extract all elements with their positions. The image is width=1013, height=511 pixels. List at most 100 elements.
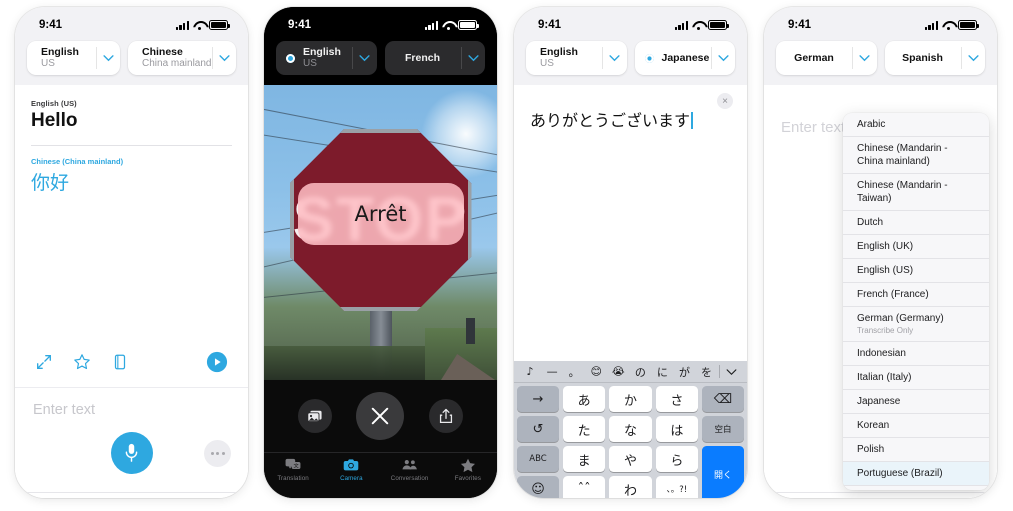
chevron-down-icon[interactable]: [961, 54, 985, 62]
key-a[interactable]: あ: [563, 386, 606, 412]
suggestion-item[interactable]: ♪: [520, 365, 540, 378]
key-open[interactable]: 開く: [701, 446, 744, 498]
translation-overlay[interactable]: Arrêt: [297, 183, 464, 245]
photo-library-button[interactable]: [298, 399, 333, 433]
chevron-down-icon[interactable]: [353, 54, 377, 62]
close-camera-button[interactable]: [356, 392, 405, 440]
suggestion-item[interactable]: が: [674, 364, 694, 380]
tab-translation[interactable]: 文 Translation: [264, 457, 322, 482]
expand-icon[interactable]: [35, 353, 53, 371]
source-language-selector[interactable]: English US: [526, 41, 627, 75]
key-ra[interactable]: ら: [655, 446, 698, 472]
dropdown-option-highlighted[interactable]: Portuguese (Brazil): [843, 462, 989, 486]
target-language-text: Japanese: [654, 52, 711, 64]
dropdown-option[interactable]: French (France): [843, 283, 989, 307]
status-bar: 9:41: [514, 7, 747, 37]
target-language-selector[interactable]: Japanese: [634, 41, 735, 75]
chevron-down-icon[interactable]: [212, 54, 236, 62]
text-entry-area[interactable]: Enter text: [15, 387, 248, 492]
dropdown-option[interactable]: English (US): [843, 259, 989, 283]
more-options-button[interactable]: [204, 440, 231, 467]
camera-viewfinder[interactable]: STOP Arrêt: [264, 85, 497, 380]
dropdown-option[interactable]: Polish: [843, 438, 989, 462]
chevron-down-icon[interactable]: [853, 54, 877, 62]
phone2-header: 9:41 English US French: [264, 7, 497, 85]
chevron-down-icon[interactable]: [721, 363, 741, 381]
suggestion-item[interactable]: —: [542, 365, 562, 378]
suggestion-item[interactable]: に: [652, 364, 672, 380]
suggestion-item[interactable]: 😊: [586, 365, 606, 378]
tab-favorites[interactable]: Favorites: [439, 457, 497, 482]
chevron-down-icon[interactable]: [96, 54, 120, 62]
key-punctuation[interactable]: 、。?!: [655, 476, 698, 498]
chevron-down-icon[interactable]: [711, 54, 735, 62]
target-language-selector[interactable]: Spanish: [884, 41, 985, 75]
dropdown-option[interactable]: Italian (Italy): [843, 366, 989, 390]
suggestion-item[interactable]: を: [697, 364, 717, 380]
tab-favorites[interactable]: Favorites: [939, 497, 997, 498]
tab-conversation[interactable]: Conversation: [132, 497, 190, 498]
text-input-area[interactable]: × ありがとうございます: [514, 85, 747, 361]
tab-favorites[interactable]: Favorites: [190, 497, 248, 498]
key-abc[interactable]: ABC: [517, 446, 559, 472]
dropdown-option[interactable]: Arabic: [843, 113, 989, 137]
chevron-down-icon[interactable]: [603, 54, 627, 62]
dropdown-option[interactable]: Chinese (Mandarin - China mainland): [843, 137, 989, 174]
microphone-button[interactable]: [110, 432, 153, 474]
status-bar: 9:41: [15, 7, 248, 37]
phone-mockup-language-dropdown: 9:41 German Spanish Enter text Arabic Ch…: [764, 7, 997, 498]
dropdown-option[interactable]: Russian: [843, 486, 989, 490]
tab-conversation[interactable]: Conversation: [881, 497, 939, 498]
tab-camera[interactable]: Camera: [322, 457, 380, 482]
translation-icon: 文: [785, 497, 801, 498]
key-ma[interactable]: ま: [563, 446, 606, 472]
favorite-star-icon[interactable]: [73, 353, 91, 371]
tab-translation[interactable]: 文 Translation: [15, 497, 73, 498]
close-icon: ×: [722, 95, 728, 107]
phone-mockup-camera: 9:41 English US French Arrêt 文 Translati…: [264, 7, 497, 498]
dropdown-option[interactable]: Japanese: [843, 390, 989, 414]
share-button[interactable]: [428, 399, 463, 433]
key-emoji[interactable]: ☺: [517, 476, 559, 498]
key-arrow-right[interactable]: →: [517, 386, 559, 412]
key-ka[interactable]: か: [609, 386, 652, 412]
key-ya[interactable]: や: [609, 446, 652, 472]
suggestion-item[interactable]: の: [630, 364, 650, 380]
key-sa[interactable]: さ: [655, 386, 698, 412]
text-entry-area[interactable]: Enter text Arabic Chinese (Mandarin - Ch…: [764, 85, 997, 492]
dropdown-option[interactable]: Indonesian: [843, 342, 989, 366]
key-delete[interactable]: ⌫: [701, 386, 744, 412]
key-na[interactable]: な: [609, 416, 652, 442]
dropdown-option[interactable]: German (Germany) Transcribe Only: [843, 307, 989, 342]
phone1-body: English (US) Hello Chinese (China mainla…: [15, 85, 248, 498]
source-language-selector[interactable]: German: [776, 41, 877, 75]
dropdown-option[interactable]: Chinese (Mandarin - Taiwan): [843, 174, 989, 211]
target-language-selector[interactable]: French: [384, 41, 485, 75]
language-dropdown-list[interactable]: Arabic Chinese (Mandarin - China mainlan…: [843, 113, 989, 490]
language-selector-bar: English US Japanese: [514, 37, 747, 85]
key-space[interactable]: 空白: [701, 416, 744, 442]
dropdown-option[interactable]: Dutch: [843, 211, 989, 235]
dropdown-option[interactable]: English (UK): [843, 235, 989, 259]
target-language-selector[interactable]: Chinese China mainland: [128, 41, 236, 75]
key-ta[interactable]: た: [563, 416, 606, 442]
source-language-selector[interactable]: English US: [27, 41, 120, 75]
tab-translation[interactable]: 文 Translation: [764, 497, 822, 498]
suggestion-item[interactable]: 😭: [608, 365, 628, 378]
key-ha[interactable]: は: [655, 416, 698, 442]
stop-sign-translated-text: Arrêt: [354, 202, 407, 226]
key-undo[interactable]: ↺: [517, 416, 559, 442]
source-language-selector[interactable]: English US: [276, 41, 377, 75]
wifi-icon: [442, 21, 454, 30]
suggestion-item[interactable]: 。: [564, 364, 584, 380]
clear-text-button[interactable]: ×: [717, 93, 733, 109]
dictionary-icon[interactable]: [111, 353, 129, 371]
tab-camera[interactable]: Camera: [822, 497, 880, 498]
play-audio-button[interactable]: [206, 351, 228, 373]
dropdown-option[interactable]: Korean: [843, 414, 989, 438]
tab-camera[interactable]: Camera: [73, 497, 131, 498]
key-wa[interactable]: わ: [609, 476, 652, 498]
chevron-down-icon[interactable]: [461, 54, 485, 62]
tab-conversation[interactable]: Conversation: [381, 457, 439, 482]
key-small-mark[interactable]: ˆˆ: [563, 476, 606, 498]
